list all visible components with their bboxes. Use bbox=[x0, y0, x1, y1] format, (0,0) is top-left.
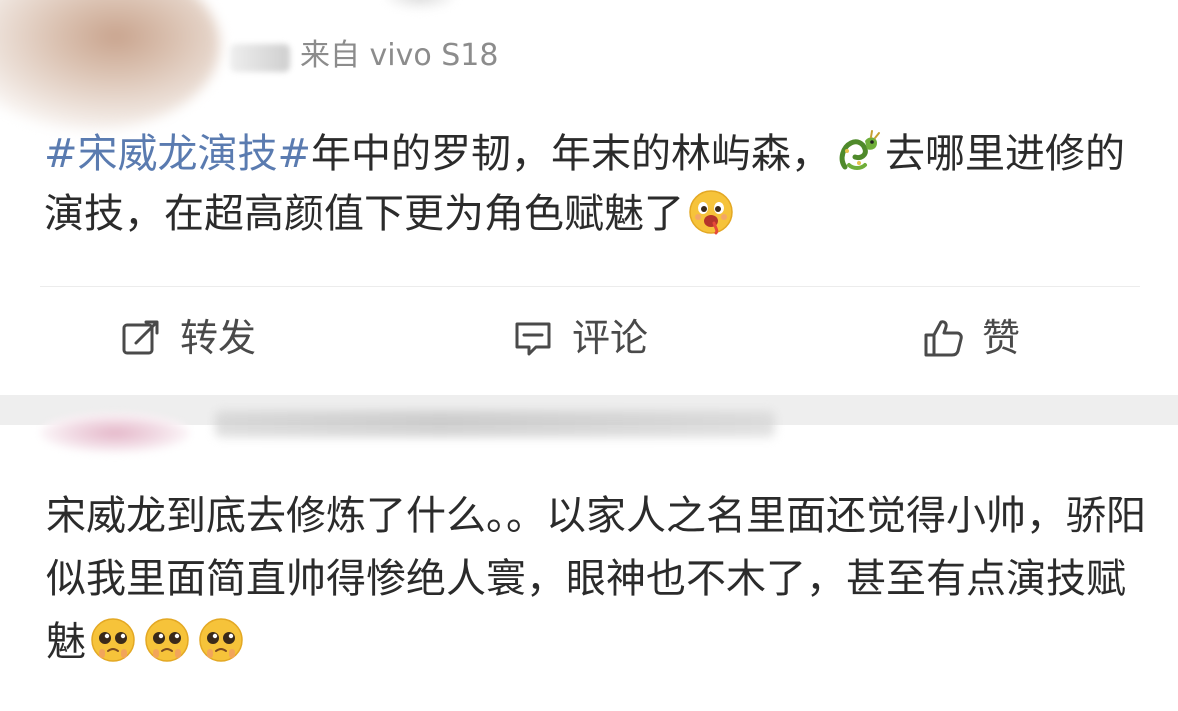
comment-body: 宋威龙到底去修炼了什么。。以家人之名里面还觉得小帅，骄阳似我里面简直帅得惨绝人寰… bbox=[46, 485, 1156, 674]
post-source: 来自 vivo S18 bbox=[300, 38, 499, 73]
pleading-face-emoji bbox=[198, 617, 244, 663]
repost-label: 转发 bbox=[180, 316, 257, 360]
comment-button[interactable]: 评论 bbox=[512, 313, 648, 363]
blurred-header bbox=[380, 0, 460, 12]
username-blurred[interactable] bbox=[230, 44, 290, 72]
pleading-face-emoji bbox=[144, 617, 190, 663]
comment-meta-blurred bbox=[215, 411, 775, 437]
comment-label: 评论 bbox=[572, 316, 649, 360]
repost-button[interactable]: 转发 bbox=[120, 313, 256, 363]
divider bbox=[40, 286, 1140, 287]
drooling-face-emoji bbox=[688, 189, 734, 235]
post-body: #宋威龙演技#年中的罗韧，年末的林屿森， 去哪里进修的演技，在超高颜值下更为角色… bbox=[44, 124, 1154, 244]
like-button[interactable]: 赞 bbox=[922, 313, 1020, 363]
commenter-avatar[interactable] bbox=[40, 413, 190, 453]
weibo-post: 来自 vivo S18 #宋威龙演技#年中的罗韧，年末的林屿森， 去哪里进修的演… bbox=[0, 0, 1178, 395]
hashtag-link[interactable]: #宋威龙演技# bbox=[44, 131, 311, 177]
user-avatar[interactable] bbox=[0, 0, 220, 130]
comment-item: 宋威龙到底去修炼了什么。。以家人之名里面还觉得小帅，骄阳似我里面简直帅得惨绝人寰… bbox=[0, 411, 1178, 711]
post-text-part1: 年中的罗韧，年末的林屿森， bbox=[311, 131, 832, 177]
pleading-face-emoji bbox=[90, 617, 136, 663]
repost-icon bbox=[120, 317, 162, 359]
like-label: 赞 bbox=[982, 316, 1021, 360]
dragon-emoji bbox=[835, 129, 881, 175]
thumbs-up-icon bbox=[922, 317, 964, 359]
comment-icon bbox=[512, 317, 554, 359]
